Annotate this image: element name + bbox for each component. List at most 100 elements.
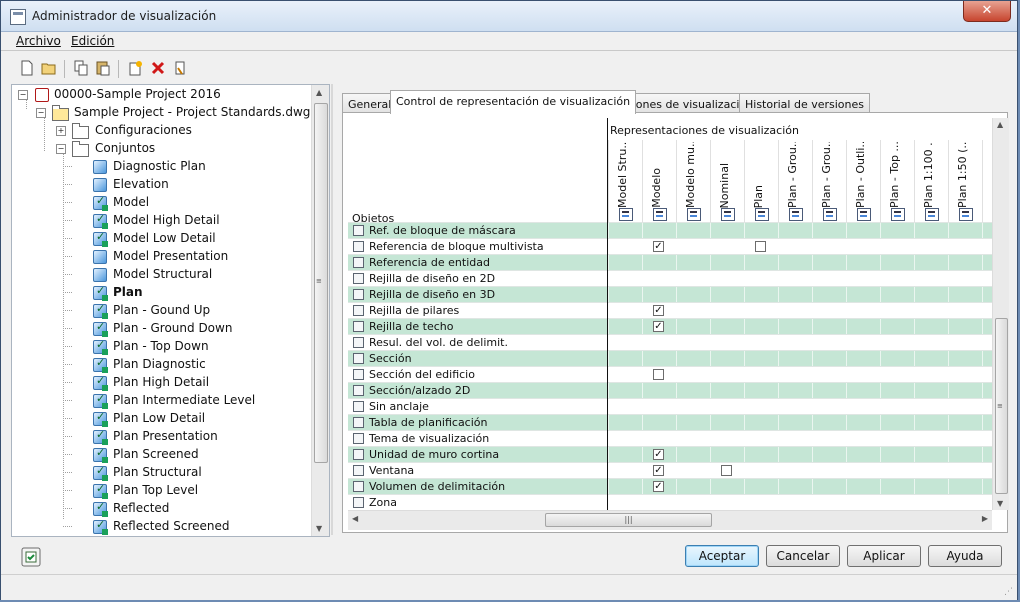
grid-row[interactable]: Sección <box>348 350 993 367</box>
object-name: Rejilla de diseño en 3D <box>369 288 496 301</box>
collapse-icon[interactable]: − <box>18 90 28 100</box>
column-header[interactable]: Plan - Outli... <box>846 140 881 224</box>
display-preview-icon[interactable] <box>21 547 41 567</box>
delete-icon[interactable] <box>150 60 166 76</box>
grid-row[interactable]: Unidad de muro cortina ✓ <box>348 446 993 463</box>
help-button[interactable]: Ayuda <box>928 545 1002 567</box>
tree-item-label: Elevation <box>113 177 169 191</box>
scroll-grip-icon: ≡ <box>316 277 322 285</box>
open-folder-icon[interactable] <box>41 60 57 76</box>
tree-scrollbar[interactable]: ▲ ≡ ▼ <box>311 85 329 536</box>
grid-row[interactable]: Referencia de bloque multivista ✓ <box>348 238 993 255</box>
tree-item-label: Model Low Detail <box>113 231 216 245</box>
display-rep-icon <box>857 208 871 221</box>
scroll-up-arrow-icon[interactable]: ▲ <box>316 88 322 97</box>
grid-row[interactable]: Zona <box>348 494 993 510</box>
grid-row[interactable]: Tema de visualización <box>348 430 993 447</box>
object-type-icon <box>353 337 364 348</box>
grid-horizontal-scrollbar[interactable]: ◀ ||| ▶ <box>348 510 992 530</box>
tree-item-label: Plan Diagnostic <box>113 357 206 371</box>
grid-row[interactable]: Volumen de delimitación ✓ <box>348 478 993 495</box>
grid-row[interactable]: Tabla de planificación <box>348 414 993 431</box>
column-header-label: Nominal <box>718 162 731 209</box>
resize-grip-icon[interactable]: ⋰ <box>1004 587 1013 597</box>
display-rep-icon <box>891 208 905 221</box>
collapse-icon[interactable]: − <box>56 144 66 154</box>
purge-icon[interactable] <box>172 60 188 76</box>
tree-item-label: Diagnostic Plan <box>113 159 206 173</box>
scroll-left-arrow-icon[interactable]: ◀ <box>352 514 358 523</box>
column-header[interactable]: Plan - Grou... <box>812 140 847 224</box>
object-type-icon <box>353 369 364 380</box>
representation-checkbox[interactable]: ✓ <box>653 465 664 476</box>
representation-checkbox[interactable]: ✓ <box>653 321 664 332</box>
column-header[interactable]: Model Stru... <box>608 140 643 224</box>
column-header[interactable]: Plan 1:100 ... <box>914 140 949 224</box>
copy-icon[interactable] <box>73 60 89 76</box>
grid-row[interactable]: Ref. de bloque de máscara <box>348 222 993 239</box>
menu-edicion[interactable]: Edición <box>71 34 114 48</box>
scroll-up-arrow-icon[interactable]: ▲ <box>997 120 1003 129</box>
tab-control-representacion[interactable]: Control de representación de visualizaci… <box>390 90 637 114</box>
grid-row[interactable]: Sin anclaje <box>348 398 993 415</box>
grid-row[interactable]: Rejilla de pilares ✓ <box>348 302 993 319</box>
tree-item-label: Model Presentation <box>113 249 229 263</box>
representation-checkbox[interactable]: ✓ <box>653 241 664 252</box>
pane-splitter[interactable] <box>331 84 333 535</box>
representation-checkbox[interactable]: ✓ <box>653 305 664 316</box>
representation-checkbox[interactable] <box>721 465 732 476</box>
object-type-icon <box>353 353 364 364</box>
representation-checkbox[interactable]: ✓ <box>653 449 664 460</box>
scroll-down-arrow-icon[interactable]: ▼ <box>997 499 1003 508</box>
column-header[interactable]: Plan <box>744 140 779 224</box>
cancel-button[interactable]: Cancelar <box>766 545 840 567</box>
display-rep-icon <box>823 208 837 221</box>
column-header[interactable]: Plan 1:50 (... <box>948 140 983 224</box>
menu-archivo[interactable]: Archivo <box>16 34 61 48</box>
new-item-icon[interactable] <box>127 60 143 76</box>
scroll-down-arrow-icon[interactable]: ▼ <box>316 524 322 533</box>
representation-checkbox[interactable] <box>653 369 664 380</box>
grid-row[interactable]: Referencia de entidad <box>348 254 993 271</box>
display-rep-icon <box>755 208 769 221</box>
grid-vertical-scrollbar[interactable]: ▲ ≡ ▼ <box>992 118 1009 510</box>
column-header[interactable]: Plan - Top ... <box>880 140 915 224</box>
scroll-right-arrow-icon[interactable]: ▶ <box>982 514 988 523</box>
tree-item-label: Plan Screened <box>113 447 199 461</box>
tree-item-label: Plan Intermediate Level <box>113 393 256 407</box>
ok-button[interactable]: Aceptar <box>685 545 759 567</box>
representation-checkbox[interactable]: ✓ <box>653 481 664 492</box>
object-name: Sección/alzado 2D <box>369 384 471 397</box>
display-set-checked-icon <box>93 374 108 391</box>
new-icon[interactable] <box>19 60 35 76</box>
display-set-icon <box>93 178 107 192</box>
column-header-label: Modelo <box>650 168 663 208</box>
grid-row[interactable]: Sección del edificio <box>348 366 993 383</box>
grid-row[interactable]: Sección/alzado 2D <box>348 382 993 399</box>
grid-row[interactable]: Rejilla de diseño en 2D <box>348 270 993 287</box>
grid-row[interactable]: Resul. del vol. de delimit. <box>348 334 993 351</box>
collapse-icon[interactable]: − <box>36 108 46 118</box>
display-set-checked-icon <box>93 446 108 463</box>
display-set-checked-icon <box>93 500 108 517</box>
expand-icon[interactable]: + <box>56 126 66 136</box>
tree-item-label: Sample Project - Project Standards.dwg <box>74 105 311 119</box>
representation-checkbox[interactable] <box>755 241 766 252</box>
scroll-thumb[interactable]: ||| <box>545 513 712 527</box>
display-tree: − 00000-Sample Project 2016 − Sample Pro… <box>11 84 330 537</box>
object-name: Unidad de muro cortina <box>369 448 500 461</box>
toolbar <box>11 58 311 80</box>
close-button[interactable]: ✕ <box>963 1 1011 22</box>
paste-icon[interactable] <box>95 60 111 76</box>
column-header[interactable]: Modelo mu... <box>676 140 711 224</box>
object-name: Ref. de bloque de máscara <box>369 224 516 237</box>
column-header[interactable]: Modelo <box>642 140 677 224</box>
grid-row[interactable]: Ventana ✓ <box>348 462 993 479</box>
apply-button[interactable]: Aplicar <box>847 545 921 567</box>
grid-row[interactable]: Rejilla de diseño en 3D <box>348 286 993 303</box>
grid-row[interactable]: Rejilla de techo ✓ <box>348 318 993 335</box>
column-header[interactable]: Plan - Grou... <box>778 140 813 224</box>
tab-historial-versiones[interactable]: Historial de versiones <box>739 93 871 112</box>
column-header[interactable]: Nominal <box>710 140 745 224</box>
display-rep-icon <box>653 208 667 221</box>
